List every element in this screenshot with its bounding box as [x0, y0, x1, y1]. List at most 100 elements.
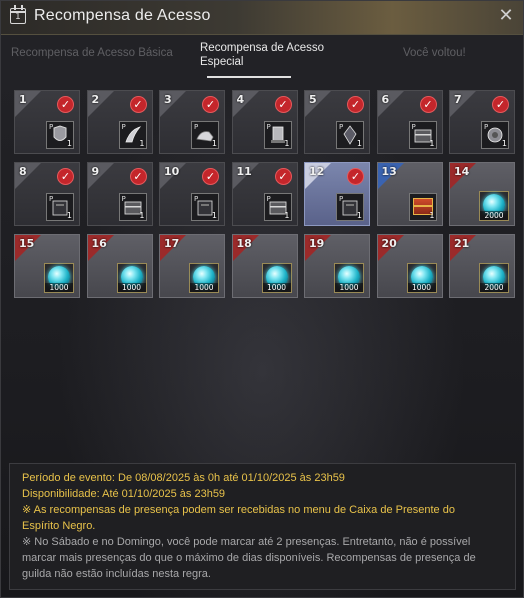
- day-number: 10: [164, 165, 180, 178]
- reward-item-slot[interactable]: P1: [191, 193, 219, 221]
- item-quantity: 1: [356, 211, 362, 220]
- item-quantity: 2000: [480, 283, 508, 292]
- window-title: Recompensa de Acesso: [34, 7, 211, 24]
- reward-day-1[interactable]: 1 ✓ P 1: [14, 90, 80, 154]
- reward-day-14[interactable]: 14 2000: [449, 162, 515, 226]
- close-icon[interactable]: ✕: [496, 6, 516, 26]
- claimed-check-icon: ✓: [129, 96, 147, 113]
- calendar-icon: [10, 8, 26, 24]
- reward-item-slot[interactable]: P1: [46, 121, 74, 149]
- event-info-panel: Período de evento: De 08/08/2025 às 0h a…: [9, 463, 516, 590]
- item-quantity: 1: [211, 211, 217, 220]
- reward-item-slot[interactable]: P1: [118, 193, 147, 221]
- item-quantity: 1000: [45, 283, 73, 292]
- reward-item-slot[interactable]: P1: [408, 121, 437, 149]
- note-gift-box-line2: Espírito Negro.: [22, 520, 96, 532]
- reward-day-6[interactable]: 6 ✓ P 1: [376, 90, 443, 154]
- reward-day-11[interactable]: 11 ✓ P 1: [231, 162, 298, 226]
- day-number: 9: [91, 165, 100, 178]
- day-number: 17: [164, 237, 180, 250]
- reward-day-18[interactable]: 18 1000: [231, 234, 298, 298]
- claimed-check-icon: ✓: [274, 96, 292, 113]
- item-quantity: 1: [429, 211, 435, 220]
- item-tag: P: [339, 123, 344, 131]
- reward-day-8[interactable]: 8 ✓ P 1: [14, 162, 80, 226]
- reward-day-5[interactable]: 5 ✓ P 1: [304, 90, 370, 154]
- day-number: 7: [454, 93, 462, 106]
- tab-special-label-line2: Especial: [200, 56, 244, 68]
- item-tag: P: [49, 123, 54, 131]
- item-tag: P: [266, 123, 271, 131]
- item-quantity: 1: [284, 211, 290, 220]
- item-quantity: 1000: [407, 283, 436, 292]
- day-number: 6: [381, 93, 390, 106]
- tab-bar: Recompensa de Acesso Básica Recompensa d…: [1, 37, 523, 81]
- item-quantity: 1: [501, 139, 507, 148]
- item-quantity: 1: [356, 139, 362, 148]
- reward-day-10[interactable]: 10 ✓ P 1: [159, 162, 225, 226]
- reward-item-slot[interactable]: P1: [336, 121, 364, 149]
- reward-item-slot[interactable]: P1: [118, 121, 147, 149]
- tab-basic-reward[interactable]: Recompensa de Acesso Básica: [11, 47, 173, 59]
- reward-day-13[interactable]: 13 1: [376, 162, 443, 226]
- item-quantity: 2000: [480, 211, 508, 220]
- claimed-check-icon: ✓: [347, 168, 364, 185]
- day-number: 15: [19, 237, 35, 250]
- reward-item-slot[interactable]: 1000: [44, 263, 74, 293]
- reward-day-19[interactable]: 19 1000: [304, 234, 370, 298]
- reward-day-20[interactable]: 20 1000: [376, 234, 443, 298]
- claimed-check-icon: ✓: [347, 96, 364, 113]
- item-quantity: 1: [66, 139, 72, 148]
- claimed-check-icon: ✓: [202, 96, 219, 113]
- day-number: 4: [236, 93, 245, 106]
- reward-item-slot[interactable]: 1: [408, 193, 437, 221]
- reward-item-slot[interactable]: 1000: [189, 263, 219, 293]
- claimed-check-icon: ✓: [492, 96, 509, 113]
- tab-special-reward[interactable]: Recompensa de Acesso Especial: [200, 41, 324, 69]
- day-number: 16: [91, 237, 107, 250]
- claimed-check-icon: ✓: [57, 96, 74, 113]
- day-number: 8: [19, 165, 27, 178]
- calendar-ring-left: [14, 5, 16, 10]
- event-availability: Disponibilidade: Até 01/10/2025 às 23h59: [22, 488, 226, 500]
- reward-item-slot[interactable]: 1000: [116, 263, 147, 293]
- reward-item-slot[interactable]: 1000: [406, 263, 437, 293]
- reward-day-7[interactable]: 7 ✓ P 1: [449, 90, 515, 154]
- item-quantity: 1000: [262, 283, 291, 292]
- item-tag: P: [49, 195, 54, 203]
- reward-day-21[interactable]: 21 2000: [449, 234, 515, 298]
- reward-item-slot[interactable]: 2000: [479, 191, 509, 221]
- reward-item-slot[interactable]: 2000: [479, 263, 509, 293]
- calendar-ring-right: [21, 5, 23, 10]
- note-weekend-line2: marcar mais presenças do que o máximo de…: [22, 552, 476, 564]
- day-number: 14: [454, 165, 470, 178]
- reward-item-slot[interactable]: P1: [263, 193, 292, 221]
- reward-item-slot[interactable]: P1: [336, 193, 364, 221]
- item-quantity: 1: [429, 139, 435, 148]
- item-tag: P: [121, 123, 126, 131]
- reward-item-slot[interactable]: P1: [46, 193, 74, 221]
- reward-item-slot[interactable]: P1: [191, 121, 219, 149]
- tab-welcome-back[interactable]: Você voltou!: [403, 47, 466, 59]
- reward-item-slot[interactable]: P1: [263, 121, 292, 149]
- reward-day-15[interactable]: 15 1000: [14, 234, 80, 298]
- title-bar: Recompensa de Acesso ✕: [1, 1, 523, 35]
- reward-day-17[interactable]: 17 1000: [159, 234, 225, 298]
- reward-item-slot[interactable]: 1000: [261, 263, 292, 293]
- item-quantity: 1: [139, 139, 145, 148]
- reward-day-3[interactable]: 3 ✓ P 1: [159, 90, 225, 154]
- note-weekend-line3: guilda não estão incluídas nesta regra.: [22, 568, 211, 580]
- reward-day-12[interactable]: 12 ✓ P 1: [304, 162, 370, 226]
- reward-day-2[interactable]: 2 ✓ P 1: [86, 90, 153, 154]
- reward-item-slot[interactable]: 1000: [334, 263, 364, 293]
- day-number: 19: [309, 237, 325, 250]
- reward-day-16[interactable]: 16 1000: [86, 234, 153, 298]
- item-tag: P: [194, 123, 199, 131]
- day-number: 18: [236, 237, 252, 250]
- claimed-check-icon: ✓: [202, 168, 219, 185]
- reward-day-4[interactable]: 4 ✓ P 1: [231, 90, 298, 154]
- reward-item-slot[interactable]: P1: [481, 121, 509, 149]
- reward-day-9[interactable]: 9 ✓ P 1: [86, 162, 153, 226]
- tab-special-label-line1: Recompensa de Acesso: [200, 42, 325, 54]
- item-quantity: 1: [284, 139, 290, 148]
